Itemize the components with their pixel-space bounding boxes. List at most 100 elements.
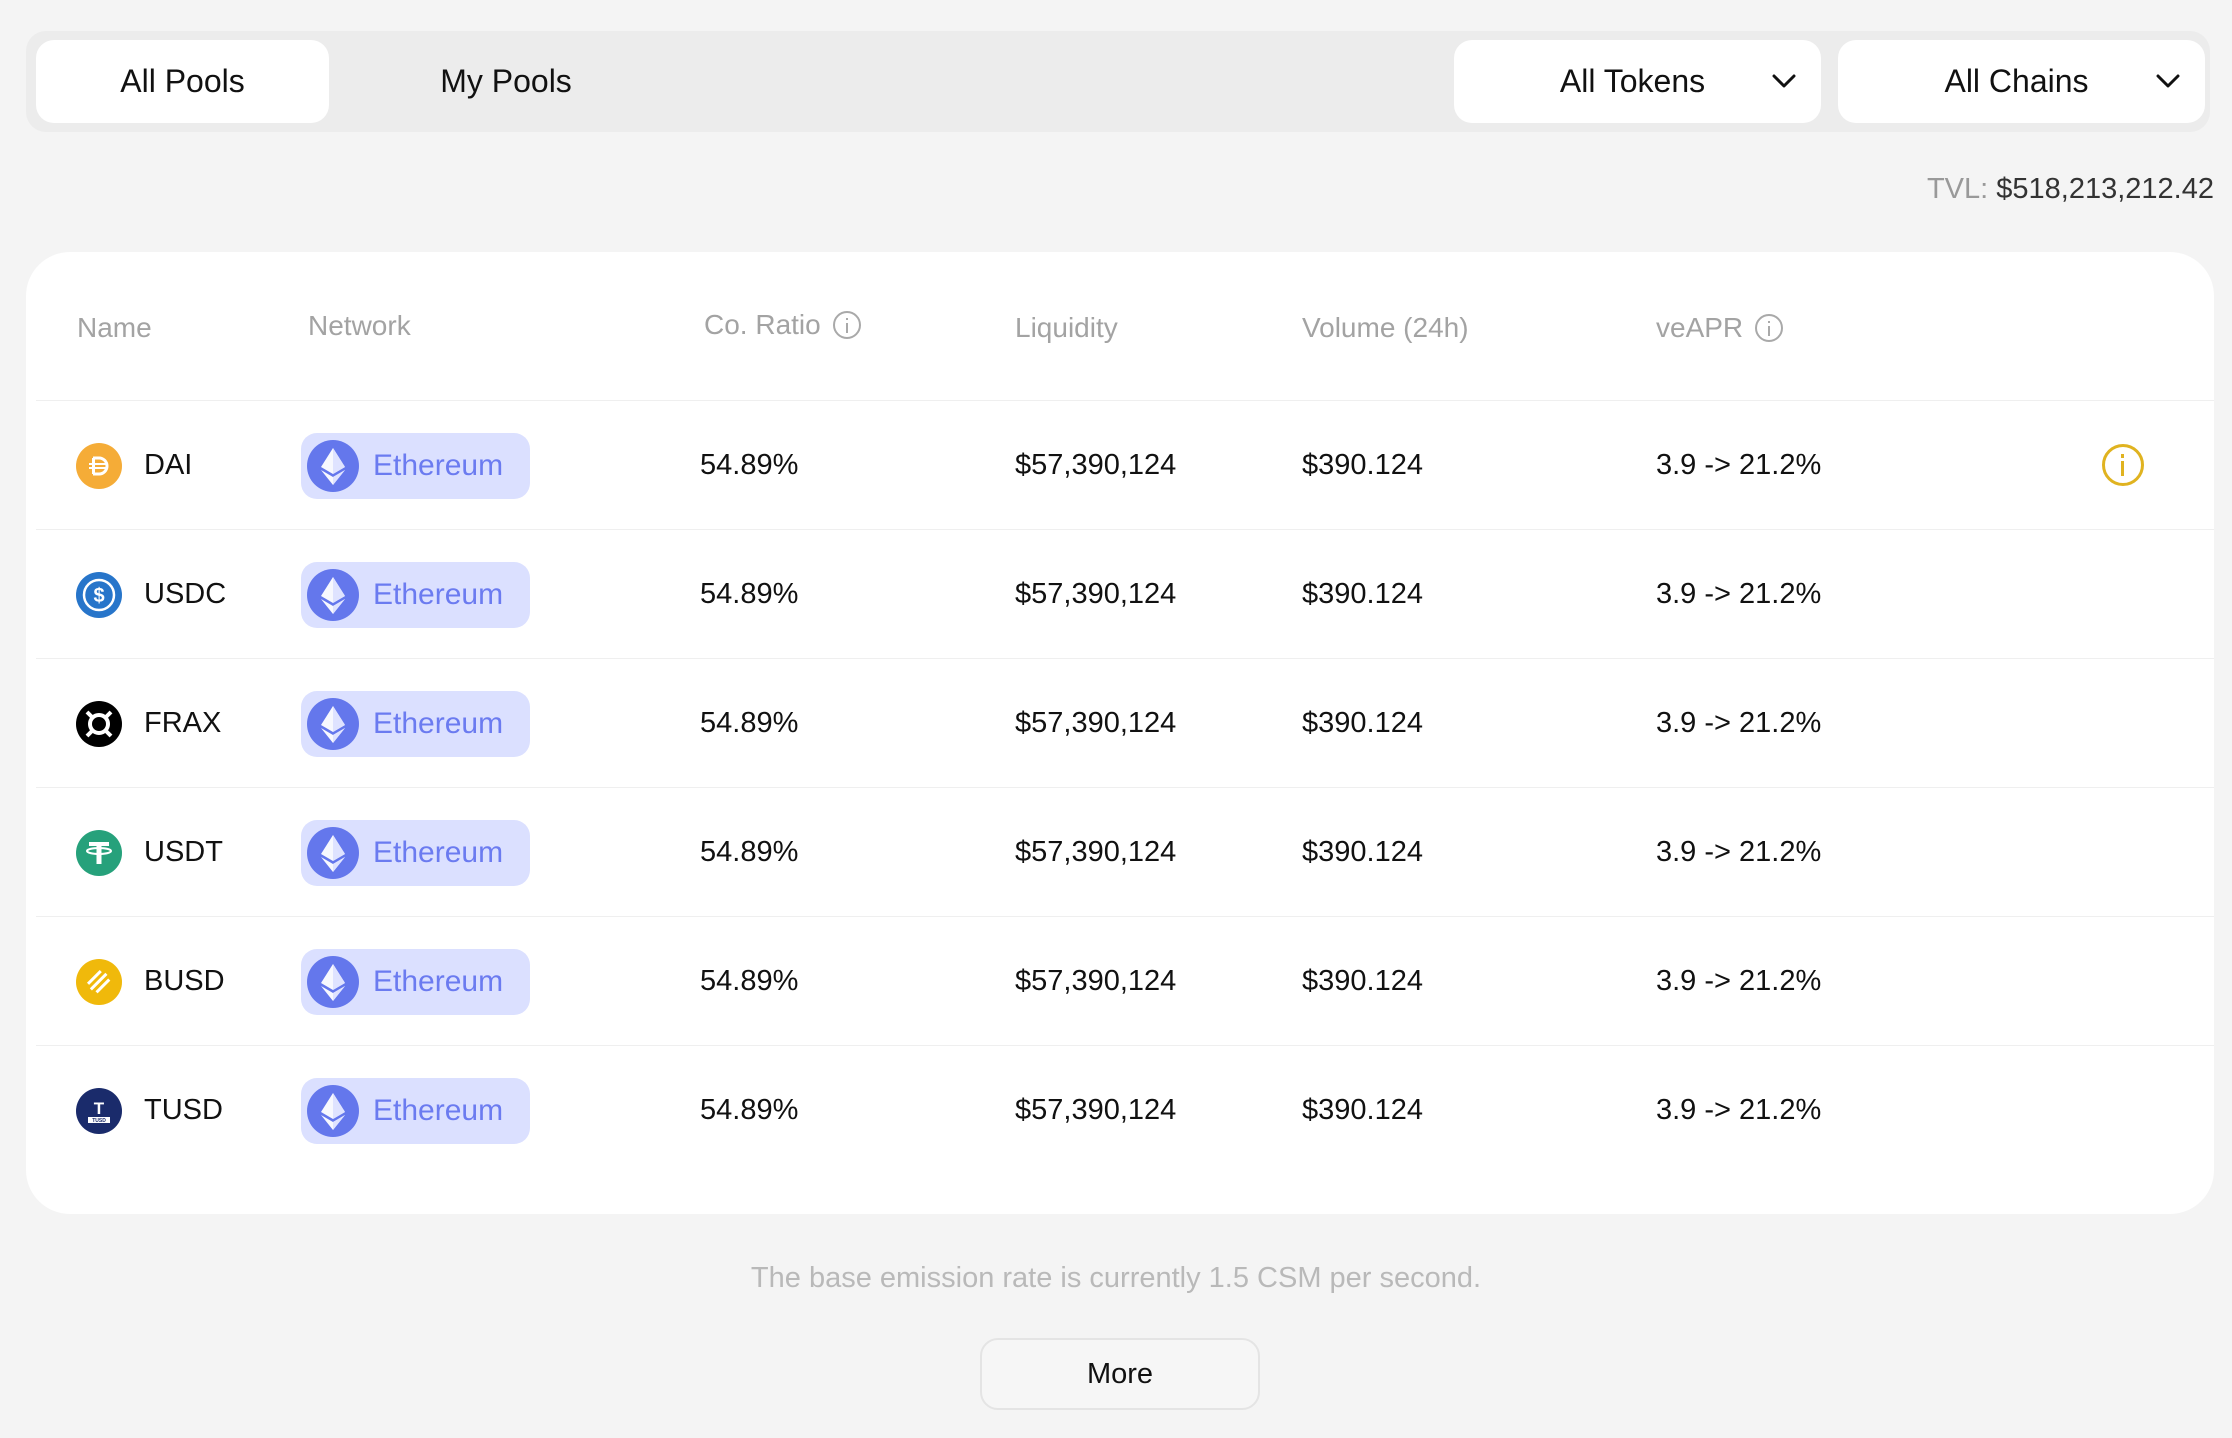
volume-value: $390.124 <box>1302 578 1423 610</box>
liquidity-value: $57,390,124 <box>1015 1094 1177 1126</box>
veapr-value: 3.9 -> 21.2% <box>1656 1094 1822 1126</box>
network-cell: Ethereum <box>301 530 530 659</box>
busd-icon <box>76 958 122 1005</box>
chevron-down-icon <box>2156 74 2180 88</box>
svg-text:$: $ <box>93 585 104 607</box>
network-chip: Ethereum <box>301 948 530 1015</box>
tvl-summary: TVL: $518,213,212.42 <box>1927 173 2214 206</box>
network-cell: Ethereum <box>301 401 530 530</box>
table-row[interactable]: FRAX Ethereum 54.89% $57,390,124 $390.12… <box>36 658 2214 787</box>
co-ratio-value: 54.89% <box>700 707 799 739</box>
table-row[interactable]: $ USDC Ethereum 54.89% $57,390,124 $390.… <box>36 529 2214 658</box>
tokens-dropdown-label: All Tokens <box>1559 63 1706 99</box>
header-veapr: veAPR <box>1656 312 1784 344</box>
dai-icon <box>76 442 122 489</box>
volume-value: $390.124 <box>1302 449 1423 481</box>
co-ratio-value: 54.89% <box>700 965 799 997</box>
network-chip: Ethereum <box>301 432 530 499</box>
table-row[interactable]: DAI Ethereum 54.89% $57,390,124 $390.124… <box>36 400 2214 529</box>
token-name: DAI <box>144 449 193 481</box>
usdt-icon <box>76 829 122 876</box>
network-label: Ethereum <box>373 448 504 482</box>
network-chip: Ethereum <box>301 561 530 628</box>
more-button[interactable]: More <box>980 1338 1260 1410</box>
tvl-label: TVL: <box>1926 173 1989 205</box>
ethereum-icon <box>307 1084 359 1137</box>
co-ratio-value: 54.89% <box>700 449 799 481</box>
network-label: Ethereum <box>373 577 504 611</box>
pools-page: All Pools My Pools All Tokens All Chains… <box>0 0 2232 1438</box>
svg-text:TUSD: TUSD <box>92 1118 106 1124</box>
header-network: Network <box>308 310 411 341</box>
network-label: Ethereum <box>373 964 504 998</box>
liquidity-value: $57,390,124 <box>1015 578 1177 610</box>
co-ratio-value: 54.89% <box>700 1094 799 1126</box>
token-name: USDC <box>144 578 227 610</box>
pool-filter-bar: All Pools My Pools All Tokens All Chains <box>26 31 2210 132</box>
emission-note: The base emission rate is currently 1.5 … <box>750 1262 1482 1294</box>
tab-my-pools[interactable]: My Pools <box>356 40 656 123</box>
veapr-value: 3.9 -> 21.2% <box>1656 707 1822 739</box>
token-name: USDT <box>144 836 223 868</box>
ethereum-icon <box>307 826 359 879</box>
svg-text:T: T <box>94 1099 105 1118</box>
table-row[interactable]: USDT Ethereum 54.89% $57,390,124 $390.12… <box>36 787 2214 916</box>
ethereum-icon <box>307 697 359 750</box>
network-chip: Ethereum <box>301 1077 530 1144</box>
liquidity-value: $57,390,124 <box>1015 965 1177 997</box>
volume-value: $390.124 <box>1302 836 1423 868</box>
network-cell: Ethereum <box>301 917 530 1046</box>
chevron-down-icon <box>1772 74 1796 88</box>
volume-value: $390.124 <box>1302 965 1423 997</box>
veapr-value: 3.9 -> 21.2% <box>1656 836 1822 868</box>
liquidity-value: $57,390,124 <box>1015 836 1177 868</box>
liquidity-value: $57,390,124 <box>1015 707 1177 739</box>
liquidity-value: $57,390,124 <box>1015 449 1177 481</box>
ethereum-icon <box>307 439 359 492</box>
network-chip: Ethereum <box>301 690 530 757</box>
network-cell: Ethereum <box>301 659 530 788</box>
frax-icon <box>76 700 122 747</box>
header-co-ratio: Co. Ratio <box>704 309 861 341</box>
tokens-dropdown[interactable]: All Tokens <box>1454 40 1821 123</box>
network-cell: Ethereum <box>301 788 530 917</box>
table-row[interactable]: BUSD Ethereum 54.89% $57,390,124 $390.12… <box>36 916 2214 1045</box>
token-cell: BUSD <box>76 917 225 1046</box>
header-name: Name <box>77 312 152 343</box>
ethereum-icon <box>307 955 359 1008</box>
info-icon[interactable] <box>1755 314 1784 342</box>
header-liquidity: Liquidity <box>1015 312 1118 343</box>
co-ratio-value: 54.89% <box>700 578 799 610</box>
network-label: Ethereum <box>373 835 504 869</box>
info-icon[interactable] <box>832 311 861 339</box>
pools-table: Name Network Co. Ratio Liquidity Volume … <box>26 252 2214 1214</box>
veapr-value: 3.9 -> 21.2% <box>1656 578 1822 610</box>
network-label: Ethereum <box>373 706 504 740</box>
network-chip: Ethereum <box>301 819 530 886</box>
ethereum-icon <box>307 568 359 621</box>
co-ratio-value: 54.89% <box>700 836 799 868</box>
token-cell: DAI <box>76 401 192 530</box>
volume-value: $390.124 <box>1302 1094 1423 1126</box>
token-name: BUSD <box>144 965 225 997</box>
usdc-icon: $ <box>76 571 122 618</box>
veapr-value: 3.9 -> 21.2% <box>1656 965 1822 997</box>
info-icon[interactable] <box>2102 444 2144 486</box>
table-row[interactable]: T TUSD TUSD Ethereum 54.89% $57,390,124 $… <box>36 1045 2214 1174</box>
token-name: FRAX <box>144 707 222 739</box>
token-cell: USDT <box>76 788 223 917</box>
token-name: TUSD <box>144 1094 223 1126</box>
token-cell: T TUSD TUSD <box>76 1046 223 1175</box>
chains-dropdown-label: All Chains <box>1944 63 2089 99</box>
token-cell: FRAX <box>76 659 221 788</box>
volume-value: $390.124 <box>1302 707 1423 739</box>
tusd-icon: T TUSD <box>76 1087 122 1134</box>
header-volume: Volume (24h) <box>1302 312 1469 343</box>
tvl-value: $518,213,212.42 <box>1996 173 2214 205</box>
token-cell: $ USDC <box>76 530 226 659</box>
network-cell: Ethereum <box>301 1046 530 1175</box>
tab-all-pools[interactable]: All Pools <box>36 40 329 123</box>
chains-dropdown[interactable]: All Chains <box>1838 40 2205 123</box>
network-label: Ethereum <box>373 1093 504 1127</box>
veapr-value: 3.9 -> 21.2% <box>1656 449 1822 481</box>
